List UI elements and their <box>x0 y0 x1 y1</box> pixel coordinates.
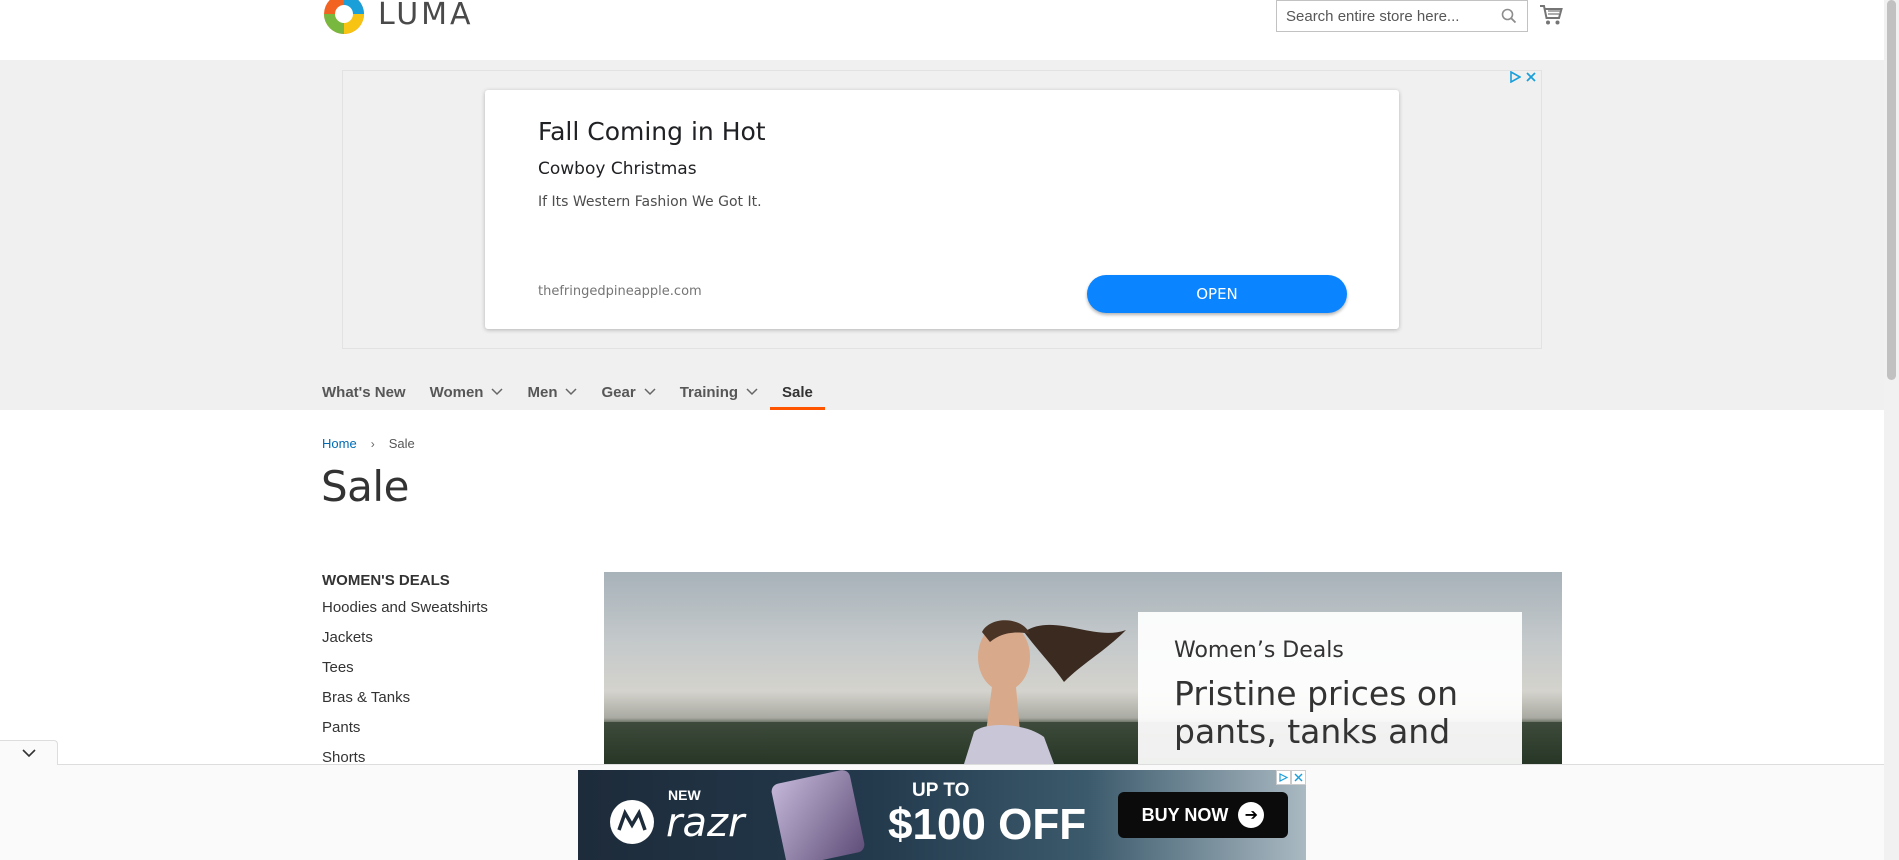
main-nav: What's New Women Men Gear Training Sale <box>322 374 825 410</box>
nav-label: What's New <box>322 383 406 401</box>
buy-now-button[interactable]: BUY NOW ➔ <box>1118 792 1288 838</box>
phone-image <box>770 770 866 860</box>
hero-kicker: Women’s Deals <box>1174 638 1344 663</box>
ad-card[interactable]: Fall Coming in Hot Cowboy Christmas If I… <box>485 90 1399 329</box>
breadcrumb-current: Sale <box>388 436 415 451</box>
sidebar-link-tees[interactable]: Tees <box>322 658 488 688</box>
sidebar-link-pants[interactable]: Pants <box>322 718 488 748</box>
runner-image <box>964 620 1126 764</box>
motorola-logo-icon <box>610 800 654 844</box>
hero-text-box: Women’s Deals Pristine prices on pants, … <box>1138 612 1522 764</box>
search-box <box>1276 0 1528 32</box>
sidebar-link-hoodies[interactable]: Hoodies and Sweatshirts <box>322 598 488 628</box>
ad-title[interactable]: Fall Coming in Hot <box>538 117 766 146</box>
nav-label: Training <box>679 383 739 401</box>
cart-icon[interactable] <box>1539 4 1563 26</box>
nav-label: Sale <box>782 383 813 401</box>
chevron-down-icon <box>644 388 656 396</box>
sidebar-title: WOMEN'S DEALS <box>322 572 450 589</box>
razr-ad-banner[interactable]: NEW razr UP TO $100 OFF BUY NOW ➔ <box>578 770 1306 860</box>
hero-headline: Pristine prices on pants, tanks and <box>1174 674 1458 751</box>
sidebar-link-jackets[interactable]: Jackets <box>322 628 488 658</box>
page-scrollbar[interactable] <box>1884 0 1899 860</box>
sidebar-womens-deals: WOMEN'S DEALS Hoodies and Sweatshirts Ja… <box>322 572 488 778</box>
breadcrumb-home-link[interactable]: Home <box>322 436 357 451</box>
logo-text: LUMA <box>378 0 474 32</box>
razr-brand: razr <box>666 800 745 846</box>
sidebar-link-bras-tanks[interactable]: Bras & Tanks <box>322 688 488 718</box>
nav-label: Gear <box>601 383 636 401</box>
ad-description: If Its Western Fashion We Got It. <box>538 194 762 210</box>
buy-now-label: BUY NOW <box>1141 804 1229 825</box>
ad-subtitle: Cowboy Christmas <box>538 159 697 179</box>
nav-item-women[interactable]: Women <box>418 374 516 410</box>
ad-collapse-button[interactable] <box>0 740 58 765</box>
ad-choices-icon[interactable] <box>1509 71 1521 83</box>
ad-close-icon[interactable] <box>1291 770 1306 785</box>
search-input[interactable] <box>1286 7 1486 25</box>
chevron-down-icon <box>491 388 504 396</box>
nav-item-training[interactable]: Training <box>668 374 770 410</box>
search-icon[interactable] <box>1501 8 1517 24</box>
nav-item-men[interactable]: Men <box>515 374 589 410</box>
page-title: Sale <box>321 462 409 511</box>
chevron-down-icon <box>21 748 36 757</box>
razr-offer: $100 OFF <box>888 800 1087 849</box>
nav-item-whats-new[interactable]: What's New <box>322 374 418 410</box>
nav-item-sale[interactable]: Sale <box>770 374 825 410</box>
page-header: LUMA <box>0 0 1884 60</box>
bottom-ad-choices[interactable] <box>1276 770 1306 785</box>
ad-open-button[interactable]: OPEN <box>1087 275 1347 313</box>
ad-close-icon[interactable] <box>1525 71 1537 83</box>
ad-choices-icon[interactable] <box>1276 770 1291 785</box>
ad-url[interactable]: thefringedpineapple.com <box>538 284 702 299</box>
chevron-down-icon <box>746 388 758 396</box>
nav-item-gear[interactable]: Gear <box>589 374 667 410</box>
luma-logo-icon <box>324 0 364 34</box>
razr-upto: UP TO <box>912 780 970 801</box>
ad-choices[interactable] <box>1509 71 1537 83</box>
breadcrumb-separator: › <box>370 436 375 451</box>
scrollbar-thumb[interactable] <box>1887 0 1896 380</box>
luma-logo[interactable]: LUMA <box>322 0 474 36</box>
nav-label: Women <box>429 383 484 401</box>
breadcrumb: Home › Sale <box>322 436 415 451</box>
arrow-right-icon: ➔ <box>1238 802 1265 828</box>
chevron-down-icon <box>565 388 578 396</box>
nav-label: Men <box>527 383 558 401</box>
womens-deals-banner[interactable]: Women’s Deals Pristine prices on pants, … <box>604 572 1562 764</box>
